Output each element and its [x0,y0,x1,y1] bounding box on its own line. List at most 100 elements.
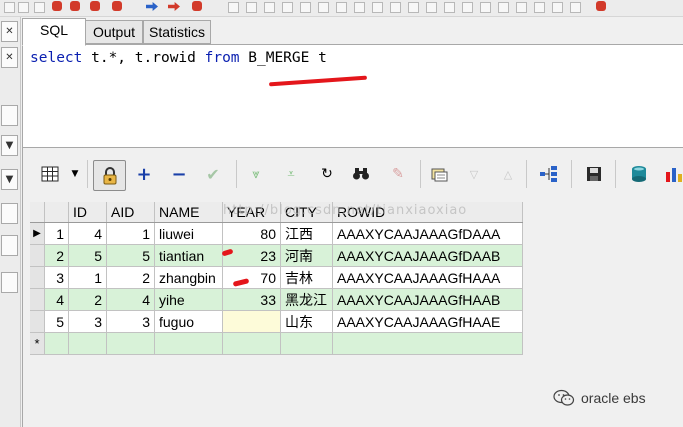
save-icon[interactable] [583,163,605,185]
panel-button[interactable] [1,105,18,126]
cell-year[interactable]: 70 [222,266,281,289]
cell-name[interactable]: tiantian [154,244,223,267]
cell-id[interactable]: 2 [68,288,107,311]
cell-year[interactable] [222,310,281,333]
cell-rowid[interactable]: AAAXYCAAJAAAGfDAAB [332,244,523,267]
cell-name[interactable]: zhangbin [154,266,223,289]
toolbar-button-icon[interactable] [516,2,527,13]
fetch-next-icon[interactable]: ⩔ [245,163,267,185]
cell-name[interactable]: fuguo [154,310,223,333]
toolbar-button-icon[interactable] [228,2,239,13]
fetch-last-icon[interactable]: ⩡ [280,163,302,185]
export-icon[interactable] [628,163,650,185]
binoculars-icon[interactable] [350,163,372,185]
table-row[interactable]: 5 3 3 fuguo 山东 AAAXYCAAJAAAGfHAAE [30,310,523,333]
cell-city[interactable]: 山东 [280,310,333,333]
column-header-name[interactable]: NAME [154,202,223,223]
toolbar-button-icon[interactable] [318,2,329,13]
toolbar-button-icon[interactable] [570,2,581,13]
cell-city[interactable]: 黑龙江 [280,288,333,311]
cell-rowid[interactable]: AAAXYCAAJAAAGfHAAB [332,288,523,311]
tree-view-icon[interactable] [538,163,560,185]
compile-icon[interactable] [112,1,122,11]
toolbar-button-icon[interactable] [390,2,401,13]
lock-button[interactable] [93,160,126,191]
close-icon[interactable]: ✕ [1,21,18,42]
new-row-cell[interactable] [68,332,107,355]
tab-output[interactable]: Output [85,20,143,44]
new-row-cell[interactable] [332,332,523,355]
toolbar-button-icon[interactable] [34,2,45,13]
cell-name[interactable]: yihe [154,288,223,311]
tab-statistics[interactable]: Statistics [143,20,211,44]
refresh-icon[interactable]: ↻ [316,163,338,185]
toolbar-button-icon[interactable] [426,2,437,13]
cell-id[interactable]: 1 [68,266,107,289]
chevron-down-icon[interactable]: ▼ [64,163,86,185]
toolbar-button-icon[interactable] [246,2,257,13]
cell-aid[interactable]: 5 [106,244,155,267]
panel-button[interactable] [1,235,18,256]
toolbar-button-icon[interactable] [336,2,347,13]
grid-select-icon[interactable] [39,163,61,185]
cell-rowid[interactable]: AAAXYCAAJAAAGfHAAA [332,266,523,289]
cell-year[interactable]: 80 [222,222,281,245]
cell-name[interactable]: liuwei [154,222,223,245]
cell-city[interactable]: 河南 [280,244,333,267]
sql-statement[interactable]: select t.*, t.rowid from B_MERGE t [30,50,327,66]
table-row[interactable]: 3 1 2 zhangbin 70 吉林 AAAXYCAAJAAAGfHAAA [30,266,523,289]
toolbar-button-icon[interactable] [372,2,383,13]
cell-year[interactable]: 23 [222,244,281,267]
panel-button[interactable] [1,272,18,293]
compile-icon[interactable] [90,1,100,11]
toolbar-button-icon[interactable] [498,2,509,13]
new-row-cell[interactable] [280,332,333,355]
delete-record-icon[interactable]: − [168,163,190,185]
panel-button[interactable] [1,203,18,224]
new-row-cell[interactable] [154,332,223,355]
cell-id[interactable]: 5 [68,244,107,267]
toolbar-button-icon[interactable] [480,2,491,13]
table-row[interactable]: 2 5 5 tiantian 23 河南 AAAXYCAAJAAAGfDAAB [30,244,523,267]
new-record-row[interactable]: * [30,332,523,355]
cell-city[interactable]: 吉林 [280,266,333,289]
query-by-example-icon[interactable] [428,163,450,185]
cell-id[interactable]: 3 [68,310,107,333]
cell-aid[interactable]: 3 [106,310,155,333]
new-row-cell[interactable] [106,332,155,355]
execute-icon[interactable] [146,2,158,11]
chevron-down-icon[interactable]: ▼ [1,169,18,190]
sql-editor[interactable]: select t.*, t.rowid from B_MERGE t [22,44,683,148]
new-row-cell[interactable] [222,332,281,355]
toolbar-button-icon[interactable] [282,2,293,13]
column-header-aid[interactable]: AID [106,202,155,223]
compile-icon[interactable] [52,1,62,11]
table-row[interactable]: ▶ 1 4 1 liuwei 80 江西 AAAXYCAAJAAAGfDAAA [30,222,523,245]
break-icon[interactable] [168,2,180,11]
sort-desc-icon[interactable]: ▽ [463,163,485,185]
toolbar-button-icon[interactable] [596,1,606,11]
compile-icon[interactable] [70,1,80,11]
result-grid[interactable]: ID AID NAME YEAR CITY ROWID ▶ 1 4 1 liuw… [30,202,523,355]
insert-record-icon[interactable]: + [133,163,155,185]
cell-year[interactable]: 33 [222,288,281,311]
clear-filter-icon[interactable]: ✎ [387,163,409,185]
toolbar-button-icon[interactable] [18,2,29,13]
cell-aid[interactable]: 2 [106,266,155,289]
chart-icon[interactable] [663,163,683,185]
cell-aid[interactable]: 4 [106,288,155,311]
toolbar-button-icon[interactable] [552,2,563,13]
cell-rowid[interactable]: AAAXYCAAJAAAGfHAAE [332,310,523,333]
toolbar-button-icon[interactable] [444,2,455,13]
toolbar-button-icon[interactable] [534,2,545,13]
table-row[interactable]: 4 2 4 yihe 33 黑龙江 AAAXYCAAJAAAGfHAAB [30,288,523,311]
cell-city[interactable]: 江西 [280,222,333,245]
toolbar-button-icon[interactable] [264,2,275,13]
sort-asc-icon[interactable]: △ [497,163,519,185]
cell-id[interactable]: 4 [68,222,107,245]
cell-aid[interactable]: 1 [106,222,155,245]
tab-sql[interactable]: SQL [22,18,86,46]
stop-icon[interactable] [192,1,202,11]
post-changes-icon[interactable]: ✔ [202,163,224,185]
column-header-id[interactable]: ID [68,202,107,223]
